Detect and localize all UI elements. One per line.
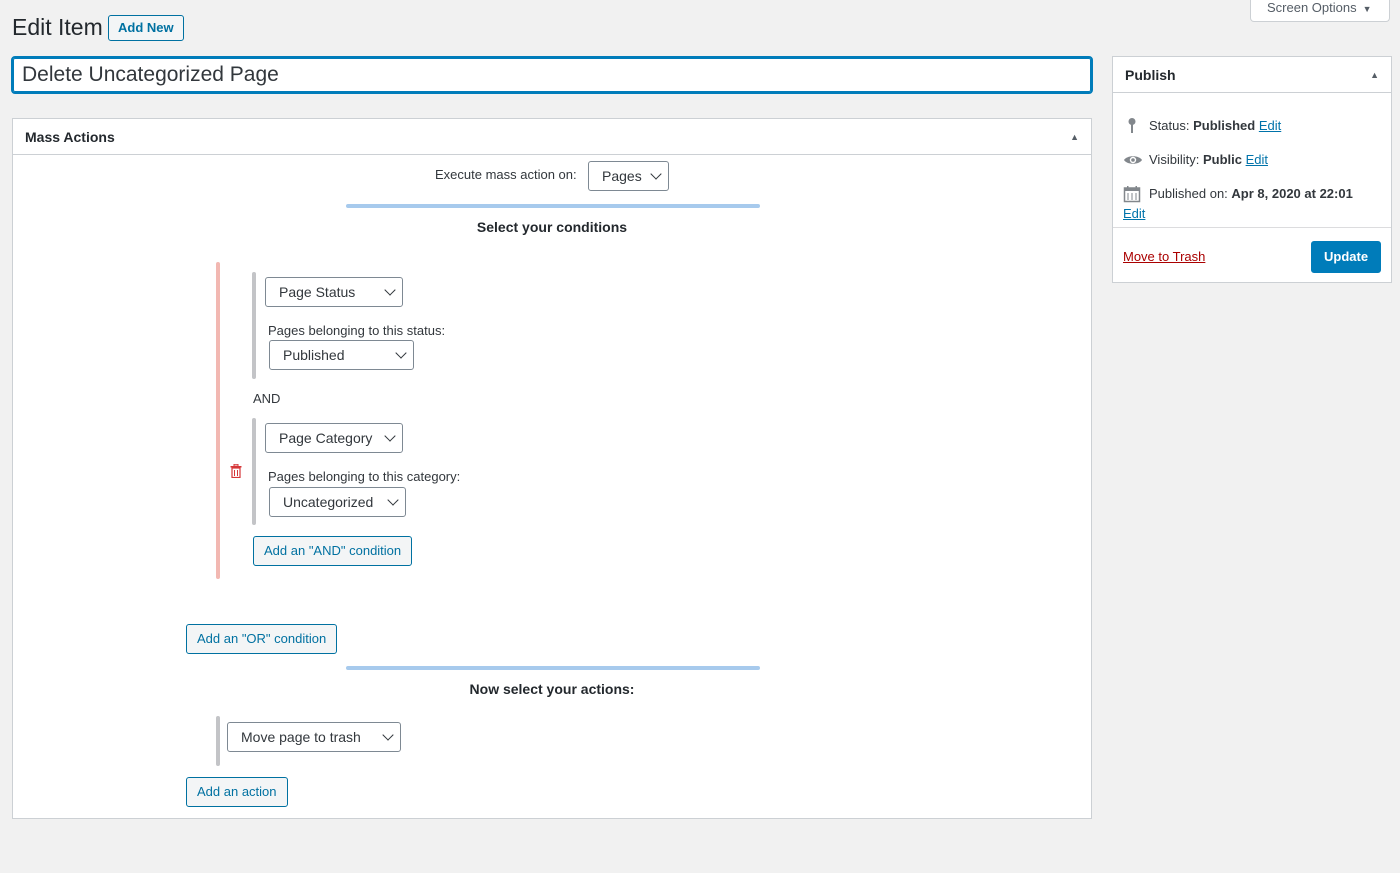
publish-header[interactable]: Publish ▲: [1113, 57, 1391, 93]
divider: [346, 204, 760, 208]
add-new-button[interactable]: Add New: [108, 15, 184, 41]
mass-actions-header[interactable]: Mass Actions ▲: [13, 119, 1091, 155]
execute-on-select[interactable]: Pages: [588, 161, 669, 191]
condition-value-select[interactable]: Published: [269, 340, 414, 370]
conditions-heading: Select your conditions: [476, 219, 628, 235]
mass-actions-panel: Mass Actions ▲ Execute mass action on: P…: [12, 118, 1092, 819]
add-and-condition-button[interactable]: Add an "AND" condition: [253, 536, 413, 566]
status-row: Status: Published Edit: [1149, 118, 1281, 133]
published-value: Apr 8, 2020 at 22:01: [1231, 186, 1353, 201]
condition-value-select[interactable]: Uncategorized: [269, 487, 406, 517]
condition-bar: [252, 418, 256, 525]
chevron-down-icon: [382, 729, 394, 741]
published-label: Published on:: [1149, 186, 1228, 201]
chevron-down-icon: [650, 168, 662, 180]
edit-status-link[interactable]: Edit: [1259, 118, 1281, 133]
add-or-condition-button[interactable]: Add an "OR" condition: [186, 624, 338, 654]
condition-sub-label: Pages belonging to this category:: [268, 469, 461, 484]
condition-bar: [252, 272, 256, 379]
trash-icon[interactable]: [230, 463, 244, 480]
status-label: Status:: [1149, 118, 1190, 133]
add-action-button[interactable]: Add an action: [186, 777, 288, 807]
chevron-down-icon: [387, 494, 399, 506]
screen-options-button[interactable]: Screen Options ▼: [1250, 0, 1390, 22]
publish-title: Publish: [1125, 67, 1176, 83]
published-on-row: Published on: Apr 8, 2020 at 22:01: [1149, 186, 1353, 201]
edit-visibility-link[interactable]: Edit: [1246, 152, 1268, 167]
divider: [346, 666, 760, 670]
page-title: Edit Item: [12, 14, 103, 40]
action-value: Move page to trash: [241, 729, 361, 745]
mass-actions-title: Mass Actions: [25, 129, 115, 145]
caret-down-icon: ▼: [1362, 4, 1372, 14]
chevron-down-icon: [384, 284, 396, 296]
condition-type-value: Page Status: [279, 284, 356, 300]
execute-label: Execute mass action on:: [435, 167, 577, 182]
eye-icon: [1123, 152, 1143, 170]
condition-type-value: Page Category: [279, 430, 373, 446]
chevron-down-icon: [395, 347, 407, 359]
chevron-down-icon: [384, 430, 396, 442]
condition-type-select[interactable]: Page Status: [265, 277, 403, 307]
publish-panel: Publish ▲ Status: Published Edit Visibil…: [1112, 56, 1392, 283]
condition-value: Published: [283, 347, 345, 363]
execute-on-value: Pages: [602, 168, 642, 184]
action-bar: [216, 716, 220, 766]
post-title-input[interactable]: Delete Uncategorized Page: [11, 56, 1093, 94]
or-group-bar: [216, 262, 220, 579]
and-label: AND: [253, 391, 281, 406]
divider: [1113, 227, 1391, 228]
condition-value: Uncategorized: [283, 494, 374, 510]
calendar-icon: [1123, 185, 1143, 203]
edit-date-link[interactable]: Edit: [1123, 206, 1145, 221]
visibility-row: Visibility: Public Edit: [1149, 152, 1268, 167]
actions-heading: Now select your actions:: [469, 681, 635, 697]
condition-sub-label: Pages belonging to this status:: [268, 323, 446, 338]
visibility-label: Visibility:: [1149, 152, 1200, 167]
status-value: Published: [1193, 118, 1256, 133]
move-to-trash-link[interactable]: Move to Trash: [1123, 249, 1205, 264]
collapse-toggle-icon[interactable]: ▲: [1370, 57, 1379, 93]
collapse-toggle-icon[interactable]: ▲: [1070, 119, 1079, 155]
screen-options-label: Screen Options: [1267, 0, 1357, 15]
update-button[interactable]: Update: [1311, 241, 1382, 273]
condition-type-select[interactable]: Page Category: [265, 423, 403, 453]
pin-icon: [1123, 117, 1143, 135]
action-select[interactable]: Move page to trash: [227, 722, 401, 752]
visibility-value: Public: [1202, 152, 1242, 167]
